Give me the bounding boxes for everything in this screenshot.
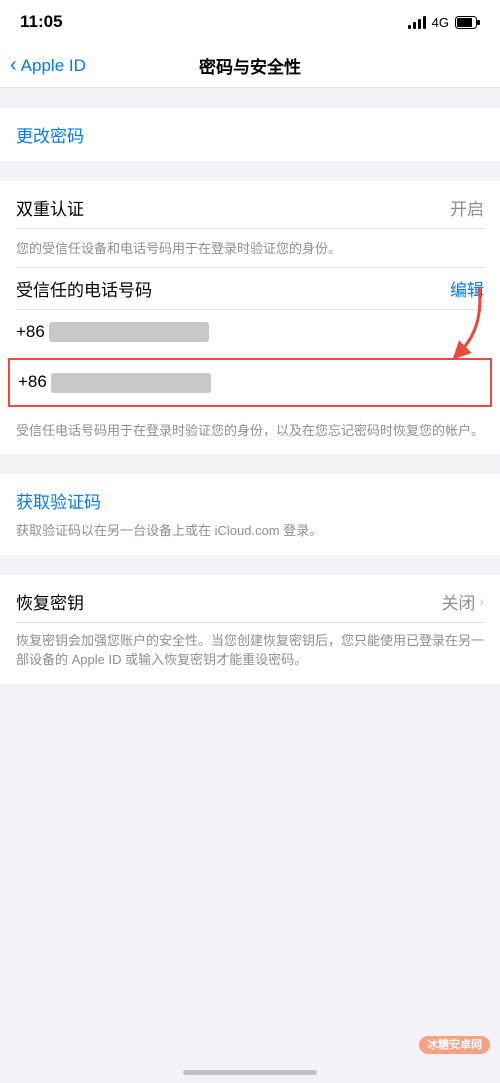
- verify-code-section: 获取验证码 获取验证码以在另一台设备上或在 iCloud.com 登录。: [0, 474, 500, 555]
- content-area: 更改密码 双重认证 开启 您的受信任设备和电话号码用于在登录时验证您的身份。 受…: [0, 108, 500, 684]
- change-password-link[interactable]: 更改密码: [16, 108, 484, 161]
- status-time: 11:05: [20, 12, 63, 32]
- trusted-phone-edit-button[interactable]: 编辑: [450, 276, 484, 301]
- two-factor-section: 双重认证 开启 您的受信任设备和电话号码用于在登录时验证您的身份。 受信任的电话…: [0, 181, 500, 454]
- phone-footer-description: 受信任电话号码用于在登录时验证您的身份，以及在您忘记密码时恢复您的帐户。: [16, 411, 484, 455]
- watermark-text: 冰糖安卓网: [419, 1036, 490, 1054]
- nav-back-label: Apple ID: [21, 56, 86, 76]
- phone-number-row-1: +86: [16, 309, 484, 355]
- recovery-key-description: 恢复密钥会加强您账户的安全性。当您创建恢复密钥后，您只能使用已登录在另一部设备的…: [16, 622, 484, 684]
- nav-bar: ‹ Apple ID 密码与安全性: [0, 44, 500, 88]
- signal-label: 4G: [432, 15, 449, 30]
- verify-code-link[interactable]: 获取验证码: [16, 474, 484, 521]
- two-factor-title: 双重认证: [16, 195, 84, 220]
- two-factor-header-row: 双重认证 开启: [16, 181, 484, 229]
- phone-2-container: +86: [16, 358, 484, 407]
- recovery-value-row: 关闭 ›: [441, 589, 484, 614]
- phone-number-row-2: +86: [8, 358, 492, 407]
- phone-prefix-1: +86: [16, 322, 45, 341]
- nav-title: 密码与安全性: [199, 53, 301, 78]
- phone-blurred-2: [51, 373, 211, 393]
- change-password-section: 更改密码: [0, 108, 500, 161]
- back-chevron-icon: ‹: [10, 54, 17, 77]
- nav-back-button[interactable]: ‹ Apple ID: [10, 54, 86, 77]
- status-bar: 11:05 4G: [0, 0, 500, 44]
- recovery-chevron-icon: ›: [479, 593, 484, 609]
- trusted-phone-row: 受信任的电话号码 编辑: [16, 267, 484, 309]
- watermark: 冰糖安卓网: [419, 1035, 490, 1053]
- recovery-header-row: 恢复密钥 关闭 ›: [16, 575, 484, 622]
- two-factor-status: 开启: [450, 195, 484, 220]
- recovery-key-title: 恢复密钥: [16, 589, 84, 614]
- home-indicator: [183, 1070, 317, 1075]
- verify-code-description: 获取验证码以在另一台设备上或在 iCloud.com 登录。: [16, 521, 484, 555]
- recovery-key-section: 恢复密钥 关闭 › 恢复密钥会加强您账户的安全性。当您创建恢复密钥后，您只能使用…: [0, 575, 500, 684]
- signal-bars: [408, 16, 426, 29]
- trusted-phone-label: 受信任的电话号码: [16, 276, 152, 301]
- status-icons: 4G: [408, 15, 480, 30]
- two-factor-description: 您的受信任设备和电话号码用于在登录时验证您的身份。: [16, 229, 484, 267]
- phone-prefix-2: +86: [18, 372, 47, 391]
- recovery-key-status: 关闭: [441, 589, 475, 614]
- battery-icon: [455, 16, 480, 29]
- phone-blurred-1: [49, 322, 209, 342]
